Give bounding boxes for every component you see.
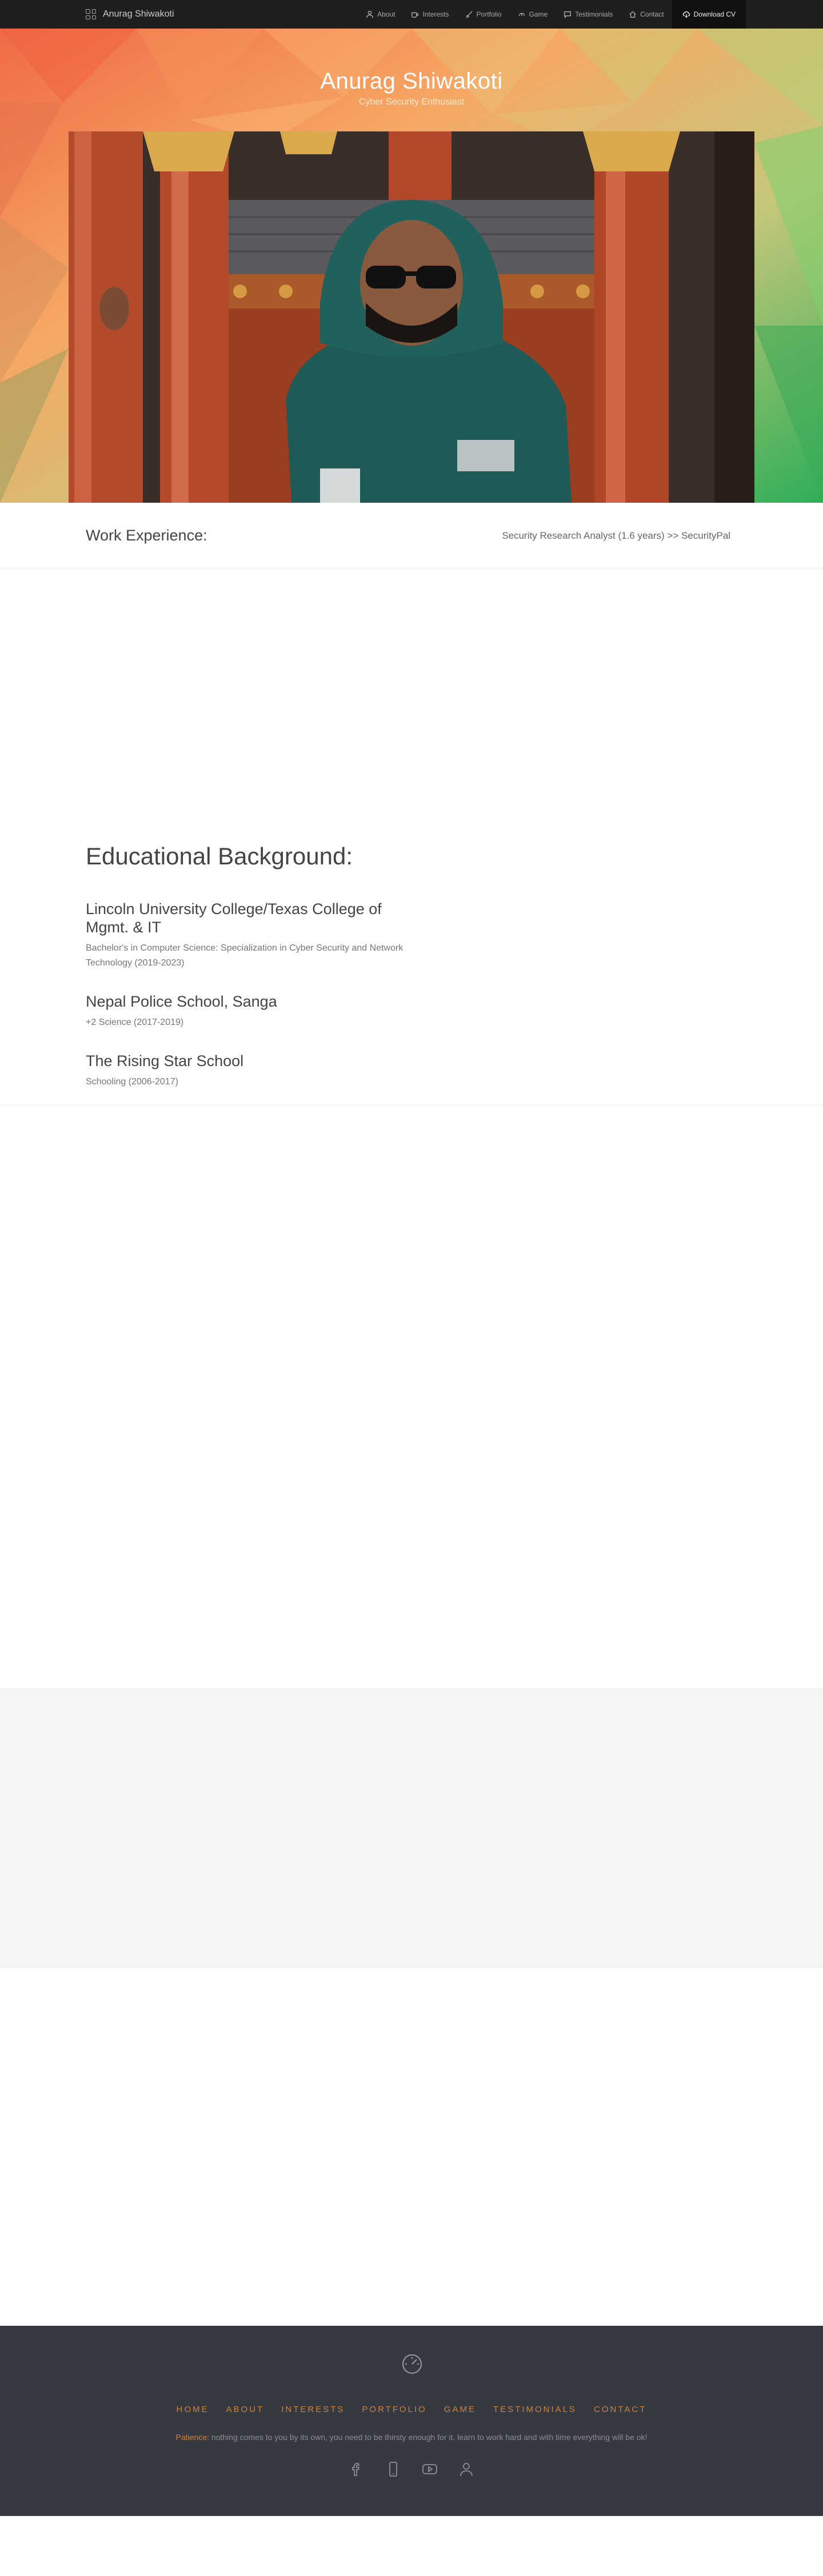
profile-photo bbox=[69, 131, 754, 503]
nav-item-testimonials[interactable]: Testimonials bbox=[556, 0, 621, 29]
mobile-icon[interactable] bbox=[385, 2461, 402, 2478]
hero-tagline: Cyber Security Enthusiast bbox=[358, 97, 465, 107]
footer-link-interests[interactable]: INTERESTS bbox=[281, 2405, 345, 2414]
navbar: Anurag Shiwakoti About Interests Portfol… bbox=[0, 0, 823, 29]
education-section: Educational Background: Lincoln Universi… bbox=[0, 843, 823, 1105]
nav-item-interests[interactable]: Interests bbox=[403, 0, 457, 29]
education-detail: +2 Science (2017-2019) bbox=[86, 1017, 184, 1027]
footer-link-portfolio[interactable]: PORTFOLIO bbox=[362, 2405, 426, 2414]
coffee-icon bbox=[412, 12, 419, 18]
nav-item-contact[interactable]: Contact bbox=[621, 0, 672, 29]
education-list: Lincoln University College/Texas College… bbox=[86, 900, 417, 1111]
quote-keyword: Patience: bbox=[175, 2433, 209, 2442]
nav-label: Game bbox=[529, 10, 548, 18]
nav-label: Testimonials bbox=[575, 10, 613, 18]
footer-link-game[interactable]: GAME bbox=[444, 2405, 476, 2414]
footer-nav: HOME ABOUT INTERESTS PORTFOLIO GAME TEST… bbox=[0, 2405, 823, 2414]
nav-item-portfolio[interactable]: Portfolio bbox=[457, 0, 510, 29]
gray-section bbox=[0, 1688, 823, 1968]
chat-icon bbox=[564, 11, 572, 18]
hero-name: Anurag Shiwakoti bbox=[320, 69, 503, 94]
nav-label: Interests bbox=[422, 10, 449, 18]
hero-section: Anurag Shiwakoti Cyber Security Enthusia… bbox=[0, 29, 823, 503]
footer-quote: Patience: nothing comes to you by its ow… bbox=[0, 2433, 823, 2442]
education-heading: Educational Background: bbox=[86, 843, 353, 870]
cloud-download-icon bbox=[682, 11, 690, 18]
work-experience-heading: Work Experience: bbox=[86, 527, 207, 544]
brush-icon bbox=[466, 11, 473, 18]
footer-link-contact[interactable]: CONTACT bbox=[594, 2405, 646, 2414]
quote-text: nothing comes to you by its own, you nee… bbox=[211, 2433, 648, 2442]
footer-link-testimonials[interactable]: TESTIMONIALS bbox=[493, 2405, 577, 2414]
download-cv-label: Download CV bbox=[693, 10, 736, 18]
youtube-icon[interactable] bbox=[421, 2461, 438, 2478]
brand-name: Anurag Shiwakoti bbox=[103, 9, 174, 19]
education-item: Nepal Police School, Sanga +2 Science (2… bbox=[86, 992, 417, 1030]
footer-link-about[interactable]: ABOUT bbox=[226, 2405, 265, 2414]
education-detail: Bachelor's in Computer Science: Speciali… bbox=[86, 943, 403, 968]
education-school: The Rising Star School bbox=[86, 1052, 244, 1069]
user-icon[interactable] bbox=[458, 2461, 475, 2478]
work-experience-role: Security Research Analyst (1.6 years) >>… bbox=[502, 530, 730, 541]
work-experience-section: Work Experience: Security Research Analy… bbox=[0, 503, 823, 568]
education-item: Lincoln University College/Texas College… bbox=[86, 900, 417, 971]
facebook-icon[interactable] bbox=[348, 2461, 365, 2478]
education-school: Lincoln University College/Texas College… bbox=[86, 900, 382, 936]
user-icon bbox=[366, 11, 374, 18]
grid-icon bbox=[86, 9, 96, 19]
footer-link-home[interactable]: HOME bbox=[177, 2405, 209, 2414]
education-detail: Schooling (2006-2017) bbox=[86, 1077, 178, 1087]
nav-label: Portfolio bbox=[476, 10, 502, 18]
social-links bbox=[0, 2461, 823, 2478]
nav-item-game[interactable]: Game bbox=[510, 0, 556, 29]
nav-item-about[interactable]: About bbox=[358, 0, 403, 29]
nav-label: About bbox=[377, 10, 395, 18]
nav-label: Contact bbox=[640, 10, 664, 18]
education-school: Nepal Police School, Sanga bbox=[86, 993, 277, 1010]
navbar-inner: Anurag Shiwakoti About Interests Portfol… bbox=[86, 0, 746, 29]
education-item: The Rising Star School Schooling (2006-2… bbox=[86, 1052, 417, 1089]
brand-link[interactable]: Anurag Shiwakoti bbox=[86, 9, 174, 19]
nav-links: About Interests Portfolio Game Testimoni… bbox=[358, 0, 746, 29]
home-icon bbox=[629, 11, 636, 18]
footer: HOME ABOUT INTERESTS PORTFOLIO GAME TEST… bbox=[0, 2326, 823, 2516]
gamepad-icon bbox=[518, 13, 525, 16]
speedometer-icon[interactable] bbox=[400, 2351, 424, 2375]
download-cv-button[interactable]: Download CV bbox=[672, 0, 746, 29]
